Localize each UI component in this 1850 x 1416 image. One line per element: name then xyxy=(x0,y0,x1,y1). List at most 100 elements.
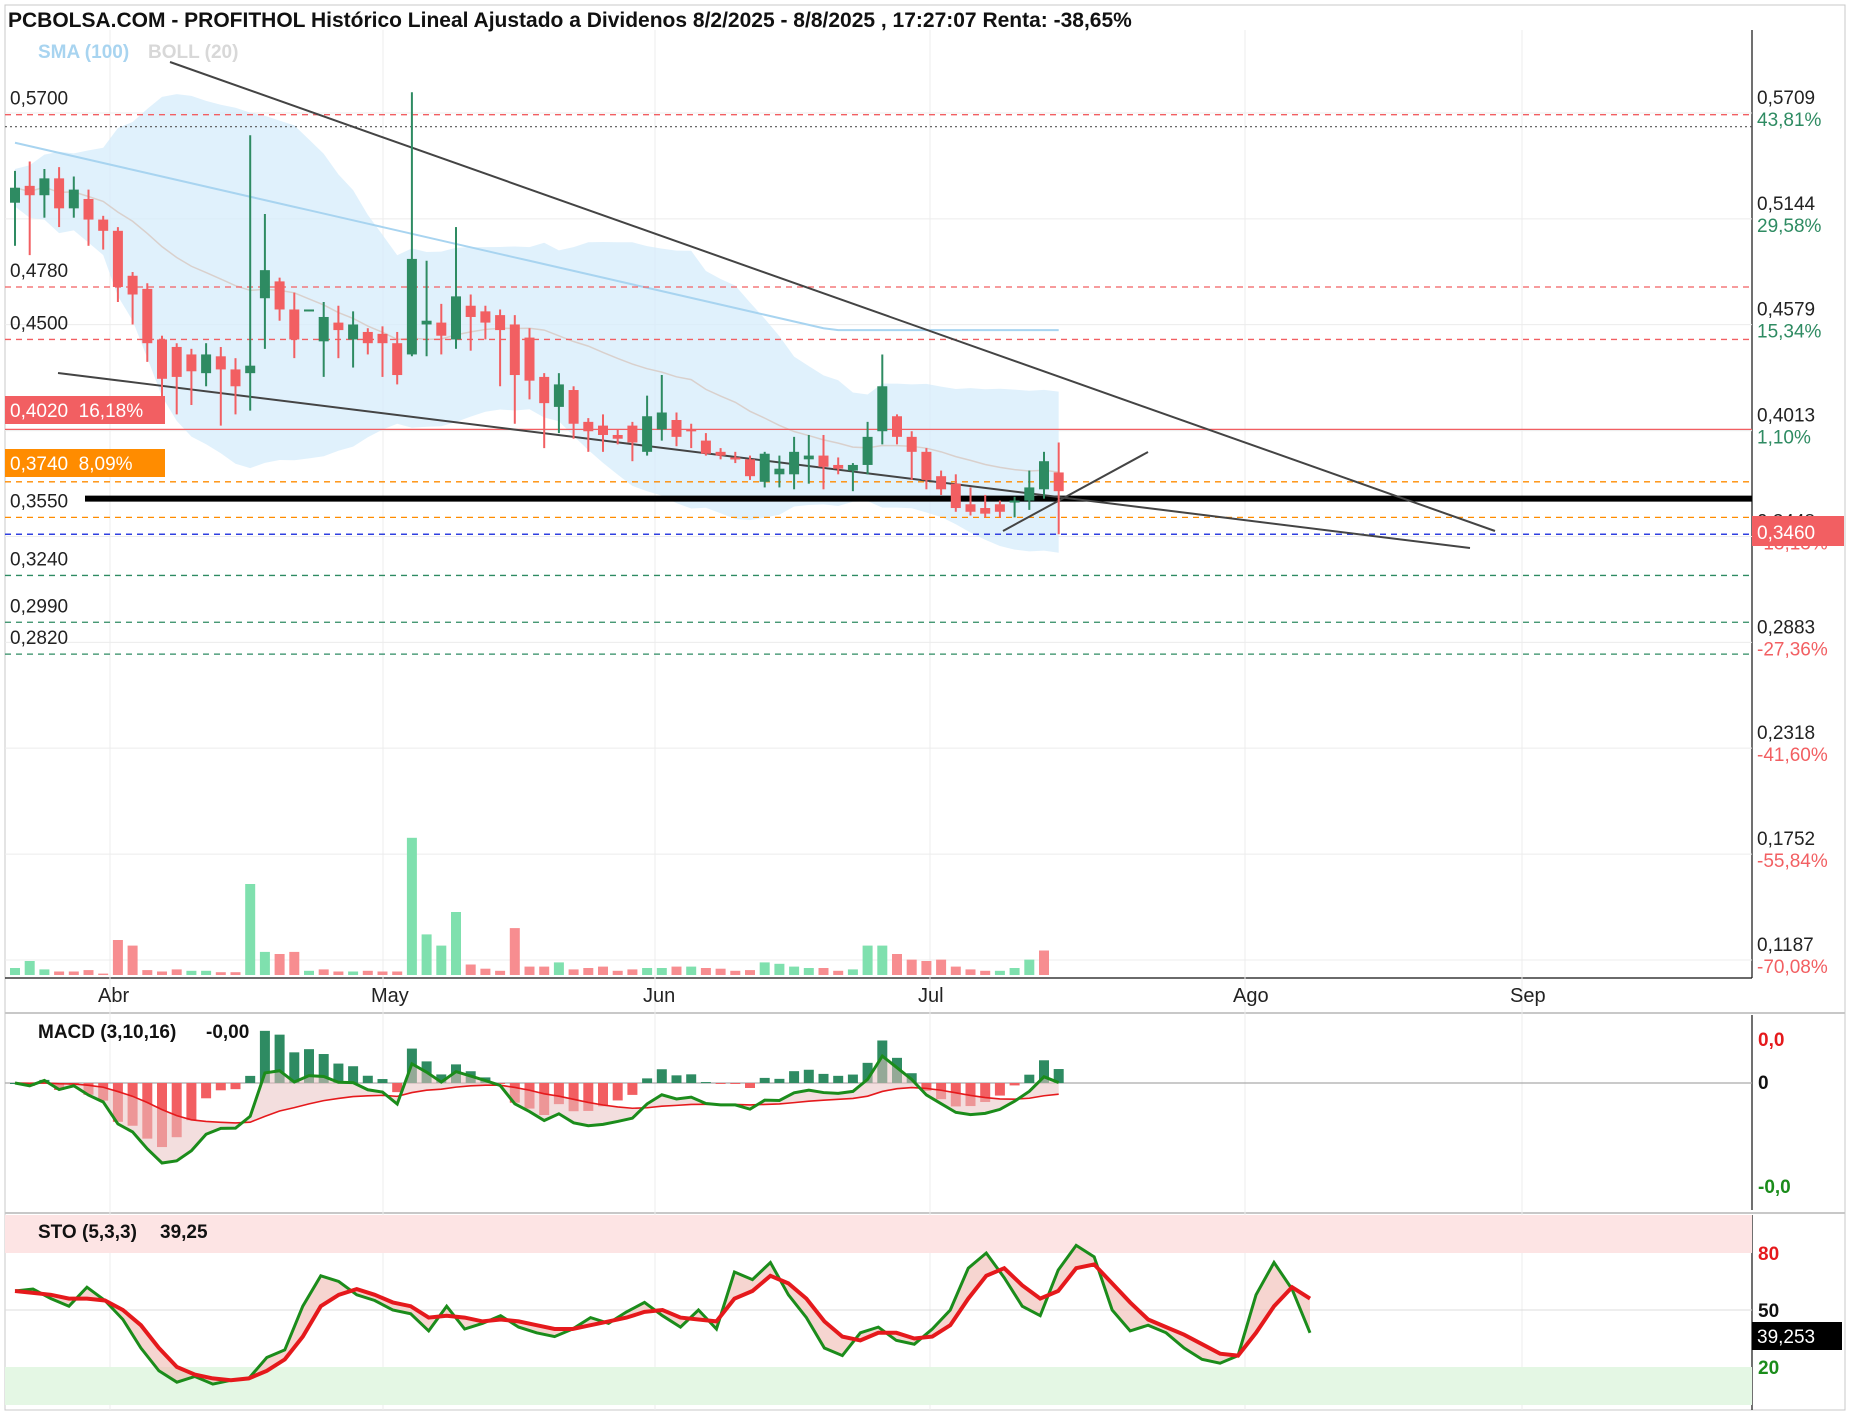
candle-body xyxy=(186,354,197,372)
volume-bar xyxy=(833,970,844,975)
right-axis-price: 0,5144 xyxy=(1757,194,1816,215)
candle-body xyxy=(568,390,579,424)
x-axis-month-label: Jun xyxy=(643,985,675,1007)
candle-body xyxy=(892,416,902,437)
x-axis: Abr May Jun Jul Ago Sep xyxy=(98,985,1546,1007)
left-level-label: 0,3550 xyxy=(10,491,68,512)
bollinger-band xyxy=(14,94,1059,553)
stock-chart: 0,570943,81% 0,514429,58% 0,457915,34% 0,40… xyxy=(4,4,1846,1411)
macd-histogram-bar xyxy=(745,1083,755,1088)
volume-bar xyxy=(568,969,579,975)
candle-body xyxy=(877,386,888,432)
volume-bar xyxy=(877,945,888,975)
volume-bar xyxy=(421,934,432,975)
sto-last-badge-text: 39,253 xyxy=(1757,1327,1815,1348)
macd-histogram-bar xyxy=(833,1075,844,1083)
macd-histogram-bar xyxy=(215,1083,226,1091)
volume-bar xyxy=(259,951,270,975)
volume-bar xyxy=(142,970,153,975)
candle-body xyxy=(1053,472,1064,492)
candle-body xyxy=(862,436,873,465)
volume-bars xyxy=(10,837,1049,975)
candle-body xyxy=(730,457,741,460)
right-axis-price: 0,2883 xyxy=(1757,617,1815,638)
sto-axis-label: 50 xyxy=(1758,1301,1779,1322)
macd-histogram-bar xyxy=(789,1071,800,1083)
volume-bar xyxy=(24,961,35,975)
macd-histogram-bar xyxy=(612,1083,623,1101)
sto-k-line xyxy=(14,1243,1312,1386)
bollinger-band-area xyxy=(15,94,1059,553)
macd-histogram-bar xyxy=(186,1083,197,1121)
candle-body xyxy=(1039,461,1049,490)
candle-body xyxy=(906,436,917,452)
macd-histogram-bar xyxy=(671,1075,682,1083)
candle-body xyxy=(612,434,623,439)
macd-histogram-bar xyxy=(1009,1083,1020,1086)
volume-bar xyxy=(127,945,138,975)
volume-bar xyxy=(789,966,800,975)
candle-body xyxy=(83,198,94,220)
volume-bar xyxy=(715,968,726,975)
macd-histogram-bar xyxy=(627,1083,638,1095)
candle-body xyxy=(656,412,667,430)
right-axis-percent: -55,84% xyxy=(1757,851,1828,872)
sto-axis-label: 20 xyxy=(1758,1358,1779,1379)
volume-bar xyxy=(68,971,79,975)
volume-bar xyxy=(583,968,594,975)
macd-histogram-bar xyxy=(715,1083,726,1084)
macd-histogram-bar xyxy=(774,1078,785,1083)
volume-bar xyxy=(1009,968,1020,975)
candle-body xyxy=(1009,500,1020,503)
candle-body xyxy=(950,483,961,509)
candle-body xyxy=(642,416,653,452)
candle-body xyxy=(318,316,329,342)
right-axis-price: 0,5709 xyxy=(1757,88,1815,109)
macd-histogram-bar xyxy=(377,1079,388,1083)
candle-body xyxy=(215,356,226,370)
candle-body xyxy=(245,365,256,374)
candle-body xyxy=(921,451,932,480)
macd-histogram-bar xyxy=(847,1074,858,1083)
candle-body xyxy=(274,281,285,310)
volume-bar xyxy=(377,971,388,975)
right-axis-price: 0,4013 xyxy=(1757,406,1815,427)
candle-body xyxy=(377,333,388,344)
volume-bar xyxy=(656,968,667,975)
candle-body xyxy=(745,459,755,477)
candle-body xyxy=(700,440,711,454)
candle-body xyxy=(847,464,858,471)
candle-body xyxy=(406,258,417,355)
volume-bar xyxy=(495,970,506,975)
right-axis-percent: -27,36% xyxy=(1757,639,1828,660)
candle-body xyxy=(465,305,476,317)
volume-bar xyxy=(318,969,329,975)
volume-bar xyxy=(539,966,550,975)
volume-bar xyxy=(112,940,123,975)
volume-bar xyxy=(642,968,653,975)
right-axis-percent: -41,60% xyxy=(1757,745,1828,766)
chart-title: PCBOLSA.COM - PROFITHOL Histórico Lineal… xyxy=(8,9,1132,32)
candle-body xyxy=(127,275,138,295)
sto-value: 39,25 xyxy=(160,1222,208,1243)
macd-histogram-bar xyxy=(994,1083,1005,1096)
volume-bar xyxy=(98,973,109,975)
macd-axis-label: 0,0 xyxy=(1758,1030,1784,1051)
volume-bar xyxy=(524,966,535,975)
candle-body xyxy=(686,429,697,432)
right-axis-percent: 15,34% xyxy=(1757,322,1822,343)
candle-body xyxy=(524,337,535,381)
macd-histogram-bar xyxy=(201,1083,212,1099)
candle-body xyxy=(509,324,520,376)
right-axis-percent: -70,08% xyxy=(1757,957,1828,978)
volume-bar xyxy=(553,962,564,975)
candle-body xyxy=(598,425,608,435)
candle-body xyxy=(157,339,167,379)
volume-bar xyxy=(980,970,991,975)
volume-bar xyxy=(627,969,638,975)
x-axis-month-label: Jul xyxy=(918,985,944,1007)
volume-bar xyxy=(304,970,314,975)
macd-histogram-bar xyxy=(1024,1074,1035,1083)
candle-body xyxy=(1024,487,1035,501)
volume-bar xyxy=(274,954,285,975)
